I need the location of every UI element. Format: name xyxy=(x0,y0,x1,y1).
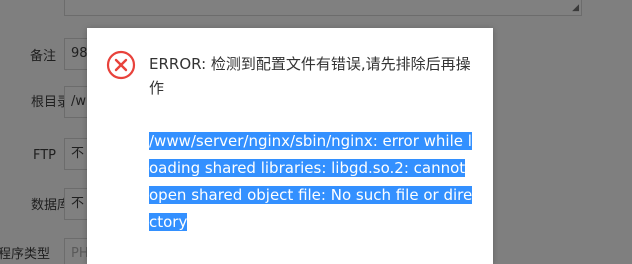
error-title: ERROR: 检测到配置文件有错误,请先排除后再操作 xyxy=(149,55,471,97)
label-program-type: 程序类型 xyxy=(0,247,50,262)
label-root-dir: 根目录 xyxy=(30,95,70,110)
label-database: 数据库 xyxy=(30,198,70,213)
label-ftp: FTP xyxy=(32,148,56,163)
label-remark: 备注 xyxy=(29,49,56,64)
error-dialog: ERROR: 检测到配置文件有错误,请先排除后再操作 /www/server/n… xyxy=(87,28,493,264)
error-detail[interactable]: /www/server/nginx/sbin/nginx: error whil… xyxy=(149,128,473,236)
resize-grip-icon[interactable]: ◢ xyxy=(569,3,579,13)
selected-error-text[interactable]: /www/server/nginx/sbin/nginx: error whil… xyxy=(149,132,473,231)
error-circle-icon xyxy=(106,50,136,80)
description-textarea[interactable]: ◢ xyxy=(64,0,582,16)
